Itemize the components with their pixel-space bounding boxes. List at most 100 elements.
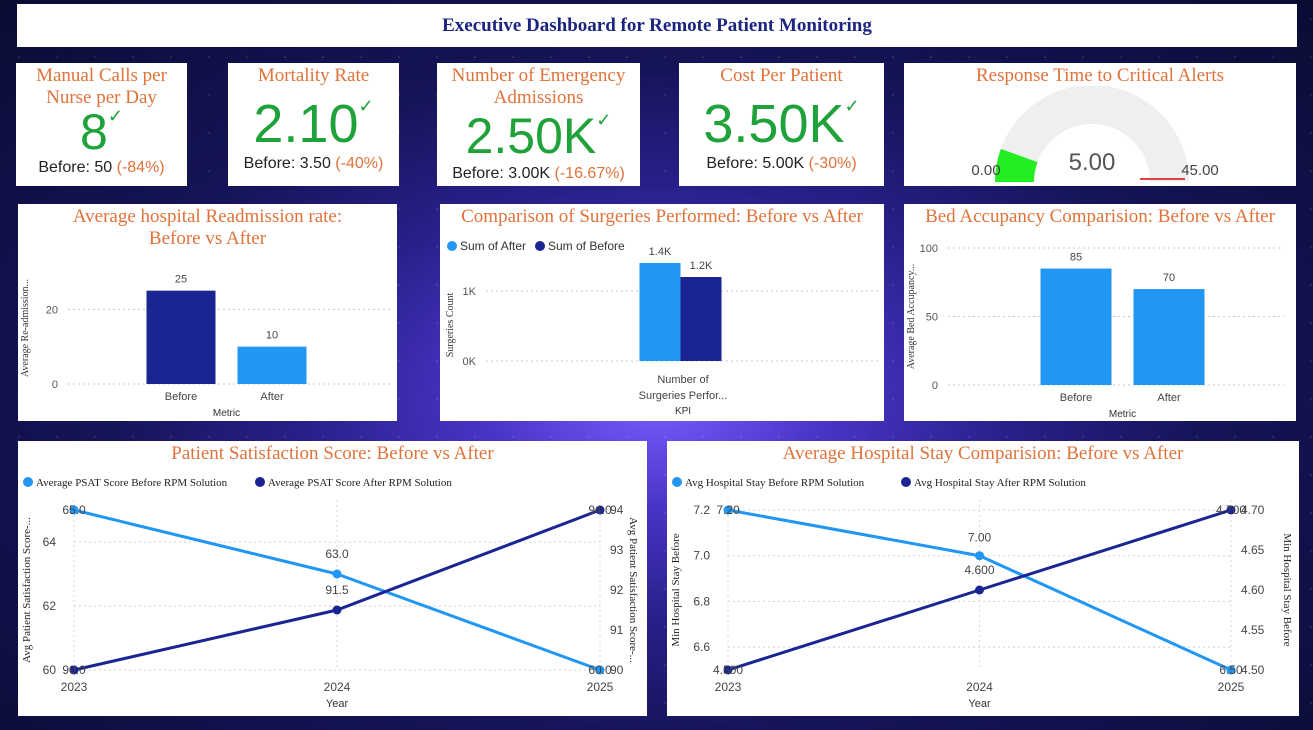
data-label: 91.5 — [325, 583, 349, 597]
data-point — [332, 569, 342, 579]
y-tick-label: 62 — [43, 599, 57, 613]
y-tick-label: 100 — [920, 243, 938, 255]
kpi-value-text: 2.50K — [465, 108, 597, 164]
legend-label: Sum of Before — [548, 239, 625, 253]
kpi-title: Mortality Rate — [257, 65, 370, 86]
y-tick-label: 7.2 — [693, 503, 710, 517]
x-tick-label: 2023 — [61, 680, 88, 694]
chart-card-bed-occupancy[interactable]: Bed Accupancy Comparision: Before vs Aft… — [904, 204, 1296, 421]
kpi-title: Number of Emergency Admissions — [451, 65, 626, 108]
data-label: 65.0 — [62, 503, 86, 517]
x-axis-label: KPI — [675, 406, 691, 417]
y2-tick-label: 4.50 — [1241, 663, 1265, 677]
kpi-title: Cost Per Patient — [720, 65, 843, 86]
x-tick-label: After — [1157, 392, 1181, 404]
kpi-value: 8✓ — [16, 107, 187, 157]
check-icon: ✓ — [358, 96, 374, 116]
kpi-value-text: 3.50K — [703, 94, 845, 154]
data-label: 90.0 — [62, 663, 86, 677]
y2-tick-label: 93 — [610, 543, 624, 557]
chart-card-surgeries[interactable]: Comparison of Surgeries Performed: Befor… — [440, 204, 884, 421]
chart-card-patient-satisfaction[interactable]: Patient Satisfaction Score: Before vs Af… — [18, 441, 647, 716]
y-tick-label: 64 — [43, 535, 57, 549]
kpi-before: Before: 3.00K (-16.67%) — [437, 165, 640, 183]
kpi-change: (-84%) — [116, 159, 165, 176]
data-label: 7.20 — [716, 503, 740, 517]
data-point — [332, 605, 342, 615]
bar-value-label: 1.4K — [649, 246, 672, 258]
legend-label: Average PSAT Score After RPM Solution — [268, 477, 452, 489]
y-tick-label: 20 — [46, 304, 58, 316]
kpi-value: 3.50K✓ — [679, 97, 884, 151]
check-icon: ✓ — [844, 96, 860, 116]
kpi-before: Before: 5.00K (-30%) — [679, 155, 884, 173]
gauge-card-response-time[interactable]: Response Time to Critical Alerts 5.00 0.… — [904, 63, 1296, 186]
y-tick-label: 0K — [463, 356, 477, 368]
kpi-change: (-30%) — [808, 155, 857, 172]
chart-title: Comparison of Surgeries Performed: Befor… — [461, 206, 863, 227]
y-axis-label: Average Bed Accupancy... — [906, 264, 917, 370]
kpi-title: Manual Calls per Nurse per Day — [36, 65, 167, 108]
chart-card-hospital-stay[interactable]: Average Hospital Stay Comparision: Befor… — [667, 441, 1299, 716]
bar-value-label: 85 — [1070, 252, 1082, 264]
chart-title: Average Hospital Stay Comparision: Befor… — [782, 443, 1184, 464]
x-tick-label: 2023 — [715, 680, 742, 694]
bar-value-label: 10 — [266, 330, 278, 342]
legend-label: Avg Hospital Stay After RPM Solution — [914, 477, 1086, 489]
y2-tick-label: 4.60 — [1241, 583, 1265, 597]
x-tick-label: Surgeries Perfor... — [639, 390, 728, 402]
data-label: 60.0 — [588, 663, 612, 677]
legend-marker — [23, 477, 33, 487]
y2-tick-label: 4.65 — [1241, 543, 1265, 557]
bar-sum-of-after — [639, 263, 681, 361]
legend-marker — [901, 477, 911, 487]
kpi-value-text: 8 — [80, 104, 108, 160]
data-label: 63.0 — [325, 547, 349, 561]
kpi-before-label: Before: 3.50 — [243, 155, 331, 172]
data-point — [975, 585, 984, 595]
chart-title: Average hospital Readmission rate: Befor… — [72, 206, 343, 249]
data-label: 4.700 — [1216, 503, 1246, 517]
check-icon: ✓ — [596, 110, 612, 130]
kpi-card-cost-per-patient[interactable]: Cost Per Patient 3.50K✓ Before: 5.00K (-… — [679, 63, 884, 186]
y-tick-label: 50 — [926, 312, 938, 324]
chart-title: Bed Accupancy Comparision: Before vs Aft… — [925, 206, 1275, 227]
kpi-card-mortality-rate[interactable]: Mortality Rate 2.10✓ Before: 3.50 (-40%) — [228, 63, 399, 186]
bar-sum-of-before — [680, 277, 722, 361]
y-axis-label: Avg Patient Satisfaction Score-... — [21, 517, 33, 663]
gauge-chart: 5.00 0.00 45.00 — [971, 86, 1219, 182]
kpi-card-emergency-admissions[interactable]: Number of Emergency Admissions 2.50K✓ Be… — [437, 63, 640, 186]
legend-marker — [255, 477, 265, 487]
x-axis-label: Year — [968, 698, 991, 710]
x-axis-label: Year — [326, 698, 349, 710]
bar-value-label: 1.2K — [690, 260, 713, 272]
y-tick-label: 60 — [43, 663, 57, 677]
bar-after — [1133, 289, 1205, 385]
bar-before — [146, 290, 216, 384]
data-label: 4.500 — [713, 663, 743, 677]
y2-tick-label: 94 — [610, 503, 624, 517]
hospital-stay-line-chart: Avg Hospital Stay Before RPM Solution Avg… — [670, 477, 1293, 710]
y-axis-label: Average Re-admission... — [20, 279, 31, 377]
dashboard-title-bar: Executive Dashboard for Remote Patient M… — [17, 4, 1297, 47]
y-tick-label: 1K — [463, 286, 477, 298]
surgeries-bar-chart: Sum of After Sum of Before Surgeries Count… — [445, 239, 880, 417]
kpi-before-label: Before: 3.00K — [452, 165, 551, 182]
y2-tick-label: 90 — [610, 663, 624, 677]
legend-marker — [447, 241, 457, 251]
y-axis-label: Min Hospital Stay Before — [670, 533, 682, 646]
y2-axis-label: Min Hospital Stay Before — [1281, 533, 1293, 646]
gauge-max-label: 45.00 — [1181, 162, 1219, 179]
patient-satisfaction-line-chart: Average PSAT Score Before RPM Solution Av… — [21, 477, 639, 710]
chart-card-readmission[interactable]: Average hospital Readmission rate: Befor… — [18, 204, 397, 421]
data-label: 6.50 — [1219, 663, 1243, 677]
legend-marker — [672, 477, 682, 487]
bar-before — [1040, 268, 1112, 385]
bar-value-label: 70 — [1163, 272, 1175, 284]
y-tick-label: 6.8 — [693, 594, 710, 608]
data-point — [975, 551, 984, 561]
kpi-card-manual-calls[interactable]: Manual Calls per Nurse per Day 8✓ Before… — [16, 63, 187, 186]
bar-value-label: 25 — [175, 274, 187, 286]
kpi-value-text: 2.10 — [253, 94, 359, 154]
y2-axis-label: Avg Patient Satisfaction Score-... — [627, 517, 639, 663]
